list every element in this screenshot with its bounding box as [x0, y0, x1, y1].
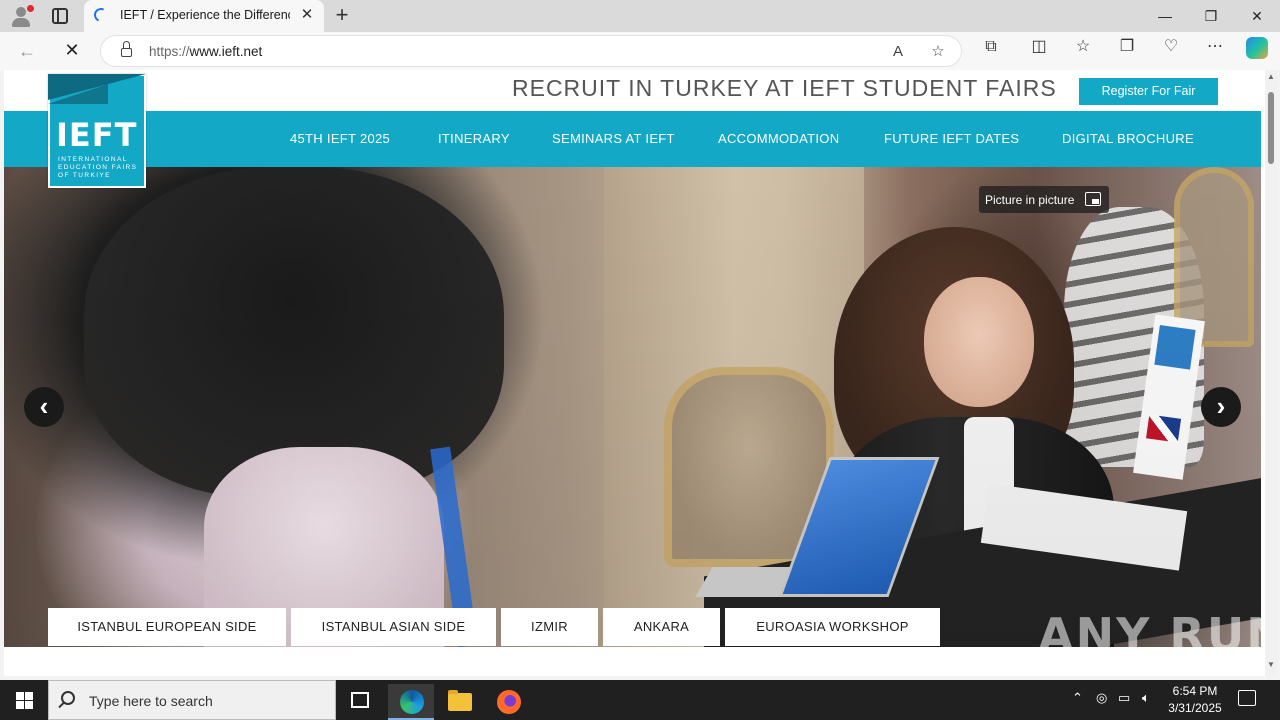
folder-icon: [448, 690, 472, 711]
search-icon: [61, 691, 75, 705]
nav-item-accommodation[interactable]: ACCOMMODATION: [718, 111, 839, 167]
taskbar-edge-button[interactable]: [388, 684, 434, 720]
address-bar[interactable]: https://www.ieft.net A ☆: [100, 35, 962, 67]
logo-subtitle: INTERNATIONAL EDUCATION FAIRS OF TURKIYE: [58, 156, 138, 179]
collections-icon[interactable]: ❐: [1116, 36, 1138, 58]
stop-loading-button[interactable]: ✕: [60, 38, 84, 62]
minimize-button[interactable]: —: [1142, 0, 1188, 32]
close-tab-icon[interactable]: ✕: [298, 6, 316, 24]
edge-icon: [400, 690, 424, 714]
clock-date: 3/31/2025: [1168, 701, 1222, 715]
network-icon[interactable]: ▭: [1118, 690, 1130, 706]
nav-item-future-dates[interactable]: FUTURE IEFT DATES: [884, 111, 1019, 167]
picture-in-picture-button[interactable]: Picture in picture: [979, 186, 1109, 213]
lock-icon[interactable]: [121, 41, 132, 57]
firefox-icon: [497, 690, 521, 714]
taskbar-file-explorer-button[interactable]: [436, 684, 482, 720]
nav-item-digital-brochure[interactable]: DIGITAL BROCHURE: [1062, 111, 1194, 167]
close-window-button[interactable]: ✕: [1234, 0, 1280, 32]
read-aloud-icon[interactable]: A: [887, 41, 909, 63]
address-toolbar: ← ✕ https://www.ieft.net A ☆ ⧉ ◫ ☆ ❐ ♡ ⋯: [0, 32, 1280, 70]
favorite-star-icon[interactable]: ☆: [927, 41, 949, 63]
picture-in-picture-icon: [1085, 192, 1101, 206]
system-clock[interactable]: 6:54 PM 3/31/2025: [1166, 683, 1224, 717]
task-view-button[interactable]: [337, 684, 383, 720]
loading-spinner-icon: [92, 6, 110, 24]
city-tab-izmir[interactable]: IZMIR: [501, 608, 598, 646]
favorites-icon[interactable]: ☆: [1072, 36, 1094, 58]
scroll-down-icon[interactable]: ▼: [1267, 660, 1275, 669]
notification-icon[interactable]: [1238, 690, 1256, 706]
hero-video[interactable]: [4, 167, 1261, 647]
logo-wordmark: IEFT: [56, 116, 138, 154]
main-navigation: 45TH IEFT 2025 ITINERARY SEMINARS AT IEF…: [4, 111, 1261, 167]
web-page: RECRUIT IN TURKEY AT IEFT STUDENT FAIRS …: [4, 70, 1277, 676]
nav-item-itinerary[interactable]: ITINERARY: [438, 111, 510, 167]
city-tab-istanbul-asian[interactable]: ISTANBUL ASIAN SIDE: [291, 608, 496, 646]
browser-tab-strip: IEFT / Experience the Difference... ✕ + …: [0, 0, 1280, 32]
more-menu-icon[interactable]: ⋯: [1204, 36, 1226, 58]
nav-item-seminars[interactable]: SEMINARS AT IEFT: [552, 111, 675, 167]
browser-tab-active[interactable]: IEFT / Experience the Difference... ✕: [84, 0, 324, 32]
carousel-next-button[interactable]: ›: [1201, 387, 1241, 427]
browser-essentials-icon[interactable]: ♡: [1160, 36, 1182, 58]
windows-taskbar: Type here to search ⌃ ◎ ▭ 🔈︎ 6:54 PM 3/3…: [0, 680, 1280, 720]
profile-icon[interactable]: [10, 5, 34, 27]
task-view-icon: [351, 692, 369, 708]
anyrun-watermark: ANY RUN: [1038, 608, 1277, 662]
tab-actions-icon[interactable]: [52, 8, 68, 24]
pip-label: Picture in picture: [985, 193, 1075, 207]
taskbar-firefox-button[interactable]: [485, 684, 531, 720]
taskbar-search-box[interactable]: Type here to search: [48, 680, 336, 720]
copilot-icon[interactable]: [1246, 37, 1268, 59]
nav-item-45th-ieft-2025[interactable]: 45TH IEFT 2025: [290, 111, 390, 167]
new-tab-button[interactable]: +: [330, 3, 354, 27]
tab-title: IEFT / Experience the Difference...: [120, 8, 290, 22]
volume-icon[interactable]: 🔈︎: [1142, 690, 1150, 706]
page-scrollbar[interactable]: ▲ ▼: [1265, 70, 1277, 676]
scrollbar-thumb[interactable]: [1268, 92, 1274, 164]
search-placeholder: Type here to search: [89, 693, 213, 709]
city-tab-ankara[interactable]: ANKARA: [603, 608, 720, 646]
register-for-fair-button[interactable]: Register For Fair: [1079, 78, 1218, 105]
ieft-logo[interactable]: IEFT INTERNATIONAL EDUCATION FAIRS OF TU…: [48, 74, 146, 188]
clock-time: 6:54 PM: [1172, 684, 1218, 698]
city-tab-euroasia-workshop[interactable]: EUROASIA WORKSHOP: [725, 608, 940, 646]
page-headline: RECRUIT IN TURKEY AT IEFT STUDENT FAIRS: [512, 75, 1057, 101]
extensions-icon[interactable]: ⧉: [980, 36, 1002, 58]
url-text[interactable]: https://www.ieft.net: [149, 44, 262, 59]
restore-button[interactable]: ❐: [1188, 0, 1234, 32]
show-hidden-icons-chevron-icon[interactable]: ⌃: [1072, 690, 1083, 706]
scroll-up-icon[interactable]: ▲: [1267, 72, 1275, 81]
city-tab-istanbul-european[interactable]: ISTANBUL EUROPEAN SIDE: [48, 608, 286, 646]
windows-start-icon[interactable]: [16, 692, 33, 709]
carousel-prev-button[interactable]: ‹: [24, 387, 64, 427]
meet-now-icon[interactable]: ◎: [1096, 690, 1107, 706]
split-screen-icon[interactable]: ◫: [1028, 36, 1050, 58]
back-button[interactable]: ←: [14, 38, 40, 64]
